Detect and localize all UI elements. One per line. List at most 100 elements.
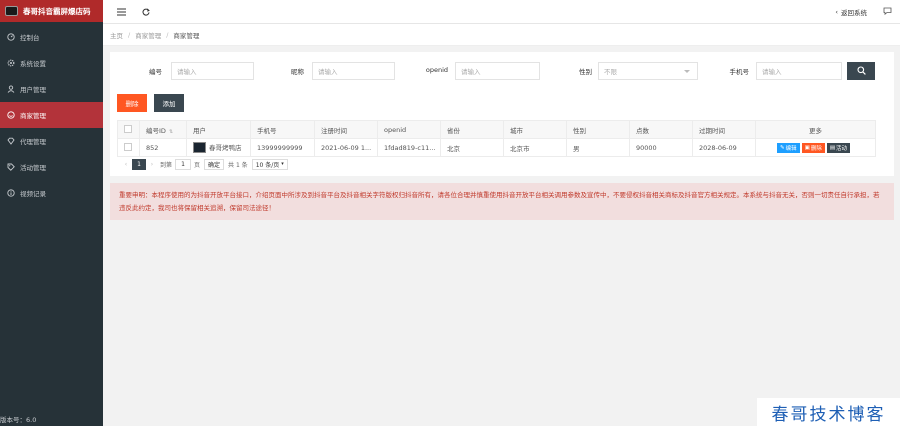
id-filter-placeholder: 请输入: [177, 68, 197, 76]
cell-phone: 13999999999: [250, 138, 315, 157]
brand[interactable]: 春哥抖音霸屏爆店码: [0, 0, 103, 22]
filter-bar: 编号 请输入 昵称 请输入 openid 请输入 性别 不限 手机号 请输入: [110, 62, 894, 80]
page-unit-label: 页: [194, 161, 201, 169]
activity-label: 活动: [836, 145, 848, 152]
menu-toggle-icon[interactable]: [114, 5, 128, 19]
sidebar-item-activities[interactable]: 活动管理: [0, 154, 103, 180]
next-page-icon[interactable]: ›: [146, 161, 158, 168]
sidebar-item-label: 代理管理: [20, 138, 46, 146]
gear-icon: [7, 59, 15, 67]
col-user: 用户: [186, 120, 251, 139]
sidebar-item-merchants[interactable]: 商家管理: [0, 102, 103, 128]
phone-filter-input[interactable]: 请输入: [756, 62, 842, 80]
breadcrumb-home[interactable]: 主页: [110, 30, 123, 40]
disclaimer-notice: 重要申明：本程序使用的为抖音开放平台接口，介绍页面中所涉及到抖音平台及抖音相关字…: [110, 183, 894, 220]
sidebar-item-videos[interactable]: 视频记录: [0, 180, 103, 206]
sidebar-item-users[interactable]: 用户管理: [0, 76, 103, 102]
page-size-select[interactable]: 10 条/页 ▾: [251, 158, 288, 170]
row-checkbox[interactable]: [124, 142, 132, 151]
nickname-filter-label: 昵称: [291, 68, 304, 76]
prev-page-icon[interactable]: ‹: [120, 161, 132, 168]
row-delete-button[interactable]: ▣ 删除: [801, 142, 825, 153]
edit-button[interactable]: ✎ 编辑: [777, 142, 800, 153]
col-phone: 手机号: [250, 120, 315, 139]
cell-city: 北京市: [503, 138, 567, 157]
goto-confirm-button[interactable]: 确定: [204, 158, 225, 170]
id-filter-input[interactable]: 请输入: [171, 62, 254, 80]
gender-filter-label: 性别: [579, 68, 592, 76]
select-all-cell[interactable]: [117, 120, 140, 139]
diamond-icon: [7, 137, 15, 145]
goto-label: 到第: [160, 161, 173, 169]
openid-filter-input[interactable]: 请输入: [455, 62, 540, 80]
back-to-system-link[interactable]: ‹ 返回系统: [835, 7, 867, 17]
smile-icon: [7, 111, 15, 119]
col-id-label: 编号ID: [146, 126, 166, 135]
calendar-icon: ▤: [829, 144, 836, 151]
col-id[interactable]: 编号ID ⇅: [139, 120, 187, 139]
table-row: 852 春哥烤鸭店 13999999999 2021-06-09 1... 1f…: [117, 138, 876, 157]
total-count: 共 1 条: [228, 161, 248, 169]
nickname-filter-input[interactable]: 请输入: [312, 62, 395, 80]
search-button[interactable]: [847, 62, 875, 80]
cell-points: 90000: [629, 138, 693, 157]
current-page[interactable]: 1: [132, 158, 146, 170]
sidebar-nav: 控制台 系统设置 用户管理 商家管理 代理管理 活动管理 视频记录: [0, 24, 103, 206]
col-province: 省份: [440, 120, 504, 139]
add-button[interactable]: 添加: [154, 94, 184, 112]
delete-button[interactable]: 删除: [117, 94, 147, 112]
sidebar-item-label: 控制台: [20, 34, 40, 42]
pencil-icon: ✎: [780, 144, 785, 151]
cell-gender: 男: [566, 138, 630, 157]
sort-icon[interactable]: ⇅: [169, 129, 173, 135]
cell-user: 春哥烤鸭店: [186, 138, 251, 157]
table-header-row: 编号ID ⇅ 用户 手机号 注册时间 openid 省份 城市 性别 点数 过期时…: [117, 120, 876, 139]
sidebar-item-settings[interactable]: 系统设置: [0, 50, 103, 76]
breadcrumb-separator: /: [166, 30, 169, 39]
breadcrumb-current: 商家管理: [173, 31, 200, 40]
gender-filter-select[interactable]: 不限: [598, 62, 698, 80]
brand-title: 春哥抖音霸屏爆店码: [23, 6, 91, 16]
select-all-checkbox[interactable]: [124, 124, 132, 133]
cell-actions: ✎ 编辑 ▣ 删除 ▤ 活动: [755, 138, 876, 157]
merchant-panel: 编号 请输入 昵称 请输入 openid 请输入 性别 不限 手机号 请输入 删…: [110, 52, 894, 176]
cell-reg-time: 2021-06-09 1...: [314, 138, 378, 157]
brand-logo: [5, 6, 18, 16]
topbar: ‹ 返回系统: [103, 0, 900, 24]
nickname-filter-placeholder: 请输入: [318, 68, 338, 76]
col-points: 点数: [629, 120, 693, 139]
col-openid: openid: [377, 120, 441, 139]
avatar: [193, 142, 206, 154]
goto-page-input[interactable]: 1: [175, 158, 192, 170]
cell-province: 北京: [440, 138, 504, 157]
user-icon: [7, 85, 15, 93]
cell-id: 852: [139, 138, 187, 157]
phone-filter-placeholder: 请输入: [762, 68, 782, 76]
sidebar-item-label: 系统设置: [20, 60, 46, 68]
chat-icon[interactable]: [883, 7, 892, 17]
sidebar-item-agents[interactable]: 代理管理: [0, 128, 103, 154]
breadcrumb: 主页 / 商家管理 / 商家管理: [103, 24, 900, 46]
col-gender: 性别: [566, 120, 630, 139]
search-icon: [856, 65, 866, 77]
phone-filter-label: 手机号: [729, 68, 750, 76]
row-delete-label: 删除: [810, 145, 822, 152]
version-label: 版本号：6.0: [0, 416, 37, 424]
row-select-cell[interactable]: [117, 138, 140, 157]
openid-filter-placeholder: 请输入: [461, 68, 481, 76]
col-reg-time: 注册时间: [314, 120, 378, 139]
merchant-table: 编号ID ⇅ 用户 手机号 注册时间 openid 省份 城市 性别 点数 过期时…: [117, 120, 876, 157]
cell-user-name: 春哥烤鸭店: [209, 143, 242, 152]
breadcrumb-parent[interactable]: 商家管理: [135, 30, 161, 40]
col-more: 更多: [755, 120, 876, 139]
gender-filter-value: 不限: [604, 68, 617, 76]
sidebar-item-dashboard[interactable]: 控制台: [0, 24, 103, 50]
dashboard-icon: [7, 33, 15, 41]
page-size-value: 10 条/页: [255, 161, 280, 169]
topbar-right: ‹ 返回系统: [835, 7, 900, 17]
sidebar-item-label: 视频记录: [20, 190, 46, 198]
cell-expire: 2028-06-09: [692, 138, 756, 157]
activity-button[interactable]: ▤ 活动: [826, 142, 851, 153]
refresh-icon[interactable]: [139, 5, 153, 19]
edit-label: 编辑: [785, 145, 797, 152]
